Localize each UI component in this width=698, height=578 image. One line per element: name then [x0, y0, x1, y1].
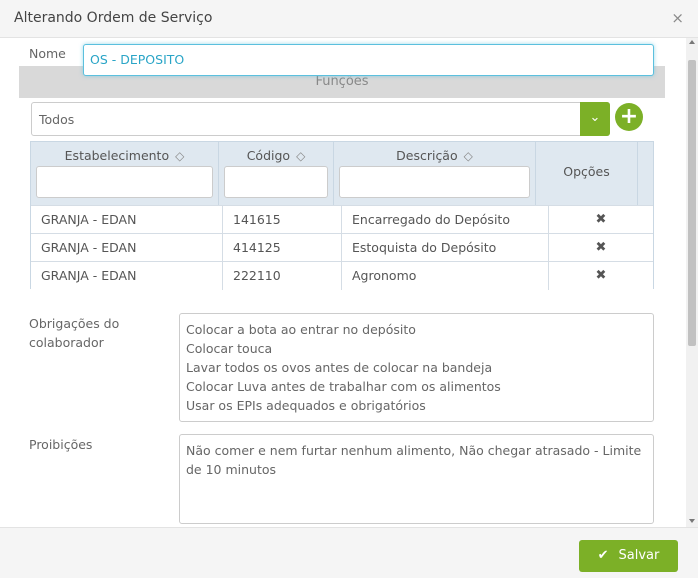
scroll-down-icon[interactable]: [689, 519, 695, 523]
delete-icon[interactable]: ✖: [549, 206, 653, 234]
cell-descricao: Encarregado do Depósito: [342, 206, 549, 234]
column-header-estabelecimento[interactable]: Estabelecimento ◇: [31, 142, 219, 205]
modal-footer: ✔ Salvar: [0, 527, 698, 578]
nome-label: Nome: [29, 46, 66, 61]
column-header-descricao[interactable]: Descrição ◇: [334, 142, 536, 205]
column-label: Descrição: [396, 148, 458, 163]
check-icon: ✔: [597, 548, 609, 563]
cell-descricao: Agronomo: [342, 262, 549, 290]
funcao-select[interactable]: Todos ⌄: [31, 102, 610, 136]
sort-icon[interactable]: ◇: [464, 149, 473, 163]
column-header-opcoes: Opções: [536, 142, 638, 205]
modal-header: Alterando Ordem de Serviço ×: [0, 0, 698, 38]
proibicoes-textarea[interactable]: Não comer e nem furtar nenhum alimento, …: [179, 434, 654, 524]
column-label: Estabelecimento: [64, 148, 170, 163]
cell-estabelecimento: GRANJA - EDAN: [31, 206, 223, 234]
cell-codigo: 141615: [223, 206, 342, 234]
proibicoes-label: Proibições: [29, 437, 93, 452]
add-funcao-button[interactable]: +: [615, 103, 643, 131]
table-row: GRANJA - EDAN 141615 Encarregado do Depó…: [31, 205, 653, 234]
delete-icon[interactable]: ✖: [549, 262, 653, 290]
modal-body: Nome OS - DEPOSITO Funções Todos ⌄ + Est…: [0, 38, 686, 527]
scroll-thumb[interactable]: [688, 60, 696, 346]
cell-codigo: 222110: [223, 262, 342, 290]
sort-icon[interactable]: ◇: [175, 149, 184, 163]
cell-estabelecimento: GRANJA - EDAN: [31, 262, 223, 290]
save-button-label: Salvar: [618, 548, 660, 563]
cell-descricao: Estoquista do Depósito: [342, 234, 549, 262]
table-row: GRANJA - EDAN 414125 Estoquista do Depós…: [31, 233, 653, 262]
column-header-codigo[interactable]: Código ◇: [219, 142, 334, 205]
nome-input[interactable]: OS - DEPOSITO: [83, 44, 654, 76]
funcoes-title: Funções: [315, 74, 369, 89]
table-row: GRANJA - EDAN 222110 Agronomo ✖: [31, 261, 653, 290]
funcoes-table: Estabelecimento ◇ Código ◇ Descrição ◇ Opçõ…: [30, 141, 654, 290]
table-header: Estabelecimento ◇ Código ◇ Descrição ◇ Opçõ…: [31, 142, 653, 205]
obrigacoes-label-line1: Obrigações do: [29, 316, 120, 331]
column-label: Código: [246, 148, 291, 163]
close-icon[interactable]: ×: [671, 9, 684, 27]
column-label: Opções: [563, 164, 610, 179]
chevron-down-icon[interactable]: ⌄: [580, 102, 610, 136]
modal-title: Alterando Ordem de Serviço: [14, 10, 213, 26]
filter-codigo-input[interactable]: [224, 166, 328, 198]
obrigacoes-label: Obrigações do colaborador: [29, 314, 119, 352]
scroll-up-icon[interactable]: [689, 40, 695, 44]
cell-estabelecimento: GRANJA - EDAN: [31, 234, 223, 262]
obrigacoes-textarea[interactable]: Colocar a bota ao entrar no depósito Col…: [179, 313, 654, 422]
funcao-select-value: Todos: [39, 112, 75, 127]
cell-codigo: 414125: [223, 234, 342, 262]
sort-icon[interactable]: ◇: [296, 149, 305, 163]
filter-estabelecimento-input[interactable]: [36, 166, 213, 198]
edit-service-order-modal: Alterando Ordem de Serviço × Nome OS - D…: [0, 0, 698, 578]
filter-descricao-input[interactable]: [339, 166, 530, 198]
save-button[interactable]: ✔ Salvar: [579, 540, 678, 572]
vertical-scrollbar[interactable]: [686, 38, 698, 527]
obrigacoes-label-line2: colaborador: [29, 335, 104, 350]
delete-icon[interactable]: ✖: [549, 234, 653, 262]
